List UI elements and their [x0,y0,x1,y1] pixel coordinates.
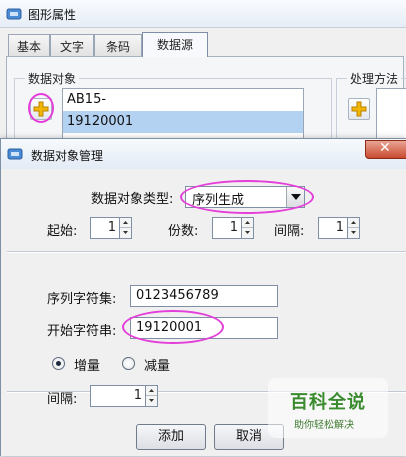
interval-top-input[interactable]: 1 [318,217,348,239]
charset-label: 序列字符集: [47,292,117,307]
interval-top-stepper[interactable]: 1 [318,217,360,239]
copies-stepper-buttons[interactable] [242,217,254,239]
spin-up-button[interactable] [146,386,157,396]
start-string-input[interactable]: 19120001 [130,317,278,339]
graphic-properties-title: 图形属性 [28,8,77,22]
processing-group-title: 处理方法 [347,70,402,87]
interval-bottom-input[interactable]: 1 [90,385,146,407]
spin-up-button[interactable] [242,218,253,228]
increment-label: 增量 [74,359,101,374]
data-object-type-value: 序列生成 [192,193,245,208]
spin-down-icon [351,231,356,234]
spin-down-button[interactable] [348,228,359,238]
spin-up-icon [245,221,250,224]
spin-down-button[interactable] [242,228,253,238]
start-stepper[interactable]: 1 [90,217,132,239]
decrement-label: 减量 [144,359,171,374]
add-data-object-button[interactable] [30,98,52,120]
radio-indicator[interactable] [52,357,65,370]
watermark-subtitle: 助你轻松解决 [294,420,354,431]
tab-text[interactable]: 文字 [50,34,94,56]
spin-down-icon [123,231,128,234]
dropdown-button[interactable] [286,187,304,207]
add-processing-button[interactable] [348,98,370,120]
spin-up-icon [149,389,154,392]
spin-down-button[interactable] [120,228,131,238]
interval-top-stepper-buttons[interactable] [348,217,360,239]
spin-down-button[interactable] [146,396,157,406]
spin-down-icon [245,231,250,234]
interval-bottom-stepper-buttons[interactable] [146,385,158,407]
spin-up-icon [351,221,356,224]
tab-barcode[interactable]: 条码 [94,34,142,56]
start-label: 起始: [47,224,78,239]
data-object-type-select[interactable]: 序列生成 [185,186,305,208]
dialog-title: 数据对象管理 [31,149,104,163]
watermark-title: 百科全说 [290,392,366,413]
tab-data-source[interactable]: 数据源 [142,32,208,57]
interval-bottom-stepper[interactable]: 1 [90,385,158,407]
spin-up-button[interactable] [348,218,359,228]
close-button[interactable]: ✕ [365,140,406,159]
divider-top [7,251,406,253]
dialog-titlebar[interactable]: 数据对象管理 ✕ [1,139,406,169]
list-item[interactable]: AB15- [63,89,303,111]
copies-stepper[interactable]: 1 [212,217,254,239]
watermark: 百科全说 助你轻松解决 [268,378,388,438]
spin-up-button[interactable] [120,218,131,228]
decrement-radio[interactable]: 减量 [122,356,186,374]
tab-basic[interactable]: 基本 [8,34,50,56]
start-string-label: 开始字符串: [47,324,117,339]
graphic-properties-titlebar: 图形属性 [0,0,406,28]
spin-down-icon [149,399,154,402]
list-item-selected[interactable]: 19120001 [63,111,303,133]
dropdown-arrow-icon [291,194,301,200]
interval-top-label: 间隔: [274,224,305,239]
data-object-type-label: 数据对象类型: [91,192,174,207]
plus-icon [351,101,367,117]
interval-bottom-label: 间隔: [47,392,78,407]
add-button[interactable]: 添加 [136,424,206,450]
spin-up-icon [123,221,128,224]
data-object-group-title: 数据对象 [25,70,80,87]
copies-label: 份数: [168,224,199,239]
plus-icon [33,101,49,117]
start-input[interactable]: 1 [90,217,120,239]
start-stepper-buttons[interactable] [120,217,132,239]
radio-indicator[interactable] [122,357,135,370]
app-icon [7,148,23,160]
app-icon [6,8,22,20]
increment-radio[interactable]: 增量 [52,356,116,374]
close-icon: ✕ [379,140,391,156]
copies-input[interactable]: 1 [212,217,242,239]
charset-input[interactable]: 0123456789 [130,285,278,307]
